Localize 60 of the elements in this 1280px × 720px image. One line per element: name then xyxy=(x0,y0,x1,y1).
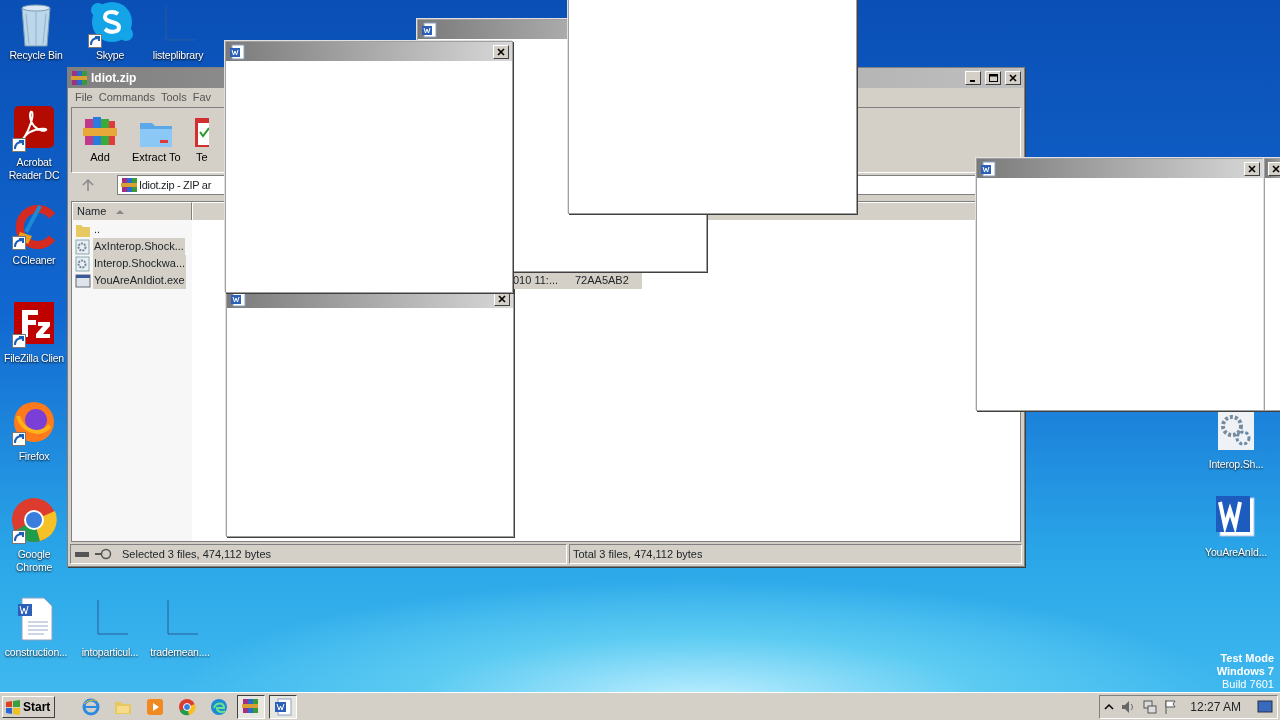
close-icon xyxy=(1248,164,1256,173)
flag-icon[interactable] xyxy=(1164,698,1179,715)
close-button[interactable] xyxy=(493,44,509,59)
menu-item[interactable]: File xyxy=(72,89,96,106)
file-name[interactable]: .. xyxy=(93,221,102,238)
media-player-icon xyxy=(146,697,165,716)
gear-file-icon xyxy=(75,238,91,255)
notice-text: Test Mode xyxy=(1219,652,1274,665)
close-icon xyxy=(1272,164,1280,173)
taskbar-button[interactable] xyxy=(237,694,266,719)
show-desktop-icon[interactable] xyxy=(1257,699,1273,714)
menu-item[interactable]: Tools xyxy=(158,89,190,106)
menu-item[interactable]: Commands xyxy=(95,89,158,106)
status-text: Selected 3 files, 474,112 bytes xyxy=(122,546,271,562)
file-name[interactable]: AxInterop.Shock... xyxy=(93,238,185,255)
archive-icon xyxy=(121,177,137,193)
start-button[interactable]: Start xyxy=(2,695,56,718)
drive-icon xyxy=(74,549,90,559)
browser-e-icon xyxy=(82,697,101,716)
notice-text: Build 7601 xyxy=(1221,678,1274,691)
browser-wave-icon xyxy=(210,697,229,716)
browser-circle-icon xyxy=(178,697,197,716)
chevron-up-icon[interactable] xyxy=(1104,701,1115,712)
close-icon xyxy=(497,47,505,56)
file-name[interactable]: YouAreAnIdiot.exe xyxy=(93,272,186,289)
network-icon[interactable] xyxy=(1142,698,1159,715)
icon-label[interactable]: Recycle Bin xyxy=(9,49,63,62)
icon-label[interactable]: CCleaner xyxy=(12,254,56,267)
toolbar-button[interactable]: Add xyxy=(80,114,120,166)
archive-app-icon xyxy=(242,697,261,716)
menu-item[interactable]: Fav xyxy=(189,89,214,106)
taskbar-button[interactable] xyxy=(269,694,298,719)
browser-circle-icon[interactable] xyxy=(10,496,58,544)
close-icon xyxy=(498,294,506,303)
icon-label[interactable]: Interop.Sh... xyxy=(1208,458,1264,471)
toolbar-button[interactable]: Extract To xyxy=(130,114,183,166)
program-file-icon xyxy=(75,272,91,289)
status-text: Total 3 files, 474,112 bytes xyxy=(573,546,703,562)
windows-logo-icon xyxy=(5,698,21,715)
close-button[interactable] xyxy=(1244,161,1260,176)
icon-label[interactable]: FileZilla Clien xyxy=(4,352,64,365)
toolbar-button[interactable]: Te xyxy=(192,114,211,166)
close-button[interactable] xyxy=(1005,71,1021,85)
maximize-button[interactable] xyxy=(985,71,1001,85)
minimize-button[interactable] xyxy=(965,71,981,85)
notice-text: Windows 7 xyxy=(1216,665,1274,678)
key-icon xyxy=(94,548,112,560)
icon-label[interactable]: listeplibrary xyxy=(152,49,204,62)
icon-label[interactable]: Firefox xyxy=(18,450,50,463)
close-button[interactable] xyxy=(1268,161,1280,176)
icon-label[interactable]: Skype xyxy=(95,49,125,62)
close-icon xyxy=(1009,74,1017,82)
maximize-icon xyxy=(988,74,998,82)
archive-app-icon xyxy=(71,70,87,86)
file-name[interactable]: Interop.Shockwa... xyxy=(93,255,187,272)
icon-label[interactable]: Acrobat Reader DC xyxy=(2,156,66,182)
column-header[interactable]: Name xyxy=(72,202,192,221)
word-icon xyxy=(274,697,293,716)
window-title: Idiot.zip xyxy=(91,70,137,87)
gear-file-icon xyxy=(75,255,91,272)
